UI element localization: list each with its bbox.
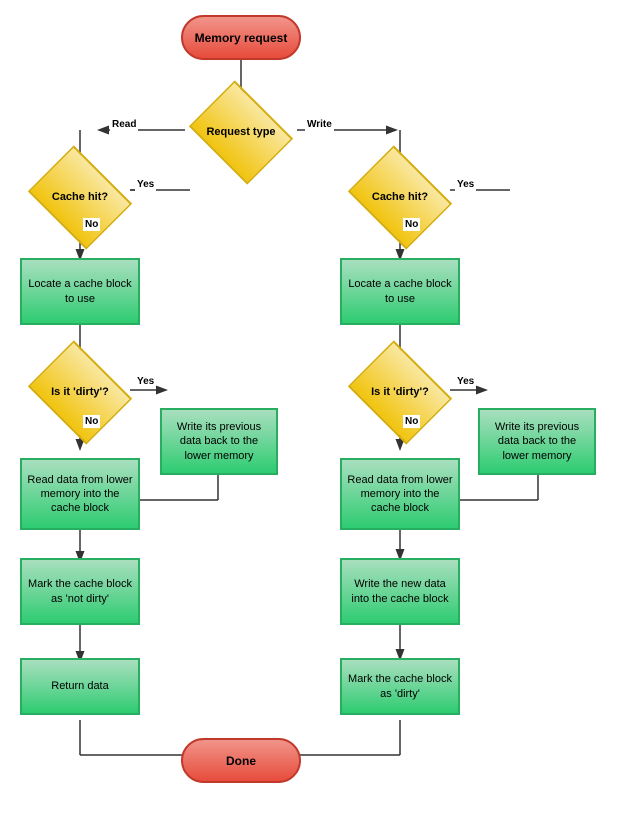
mark-not-dirty-node: Mark the cache block as 'not dirty' bbox=[20, 558, 140, 625]
write-back-write-node: Write its previous data back to the lowe… bbox=[478, 408, 596, 475]
write-back-read-label: Write its previous data back to the lowe… bbox=[166, 420, 272, 463]
cache-hit-read-label: Cache hit? bbox=[52, 190, 108, 204]
cache-hit-write-node: Cache hit? bbox=[345, 165, 455, 230]
return-data-label: Return data bbox=[51, 679, 108, 693]
write-label: Write bbox=[305, 118, 334, 131]
mark-not-dirty-label: Mark the cache block as 'not dirty' bbox=[26, 577, 134, 606]
read-data-read-node: Read data from lower memory into the cac… bbox=[20, 458, 140, 530]
write-label-text: Write bbox=[307, 119, 332, 130]
is-dirty-read-node: Is it 'dirty'? bbox=[25, 360, 135, 425]
write-back-read-node: Write its previous data back to the lowe… bbox=[160, 408, 278, 475]
return-data-node: Return data bbox=[20, 658, 140, 715]
is-dirty-read-label: Is it 'dirty'? bbox=[51, 385, 109, 399]
yes-label-cache-hit-write: Yes bbox=[455, 178, 476, 191]
request-type-node: Request type bbox=[186, 100, 296, 165]
read-label-text: Read bbox=[112, 119, 136, 130]
read-data-write-label: Read data from lower memory into the cac… bbox=[346, 473, 454, 516]
no-label-dirty-read: No bbox=[83, 415, 100, 428]
mark-dirty-node: Mark the cache block as 'dirty' bbox=[340, 658, 460, 715]
request-type-label: Request type bbox=[206, 125, 275, 139]
yes-label-cache-hit-read: Yes bbox=[135, 178, 156, 191]
read-data-read-label: Read data from lower memory into the cac… bbox=[26, 473, 134, 516]
read-label: Read bbox=[110, 118, 138, 131]
is-dirty-write-node: Is it 'dirty'? bbox=[345, 360, 455, 425]
read-data-write-node: Read data from lower memory into the cac… bbox=[340, 458, 460, 530]
memory-request-label: Memory request bbox=[195, 31, 288, 45]
locate-block-read-node: Locate a cache block to use bbox=[20, 258, 140, 325]
locate-block-write-node: Locate a cache block to use bbox=[340, 258, 460, 325]
memory-request-node: Memory request bbox=[181, 15, 301, 60]
cache-hit-read-node: Cache hit? bbox=[25, 165, 135, 230]
done-label: Done bbox=[226, 754, 256, 768]
write-new-data-node: Write the new data into the cache block bbox=[340, 558, 460, 625]
no-label-cache-hit-read: No bbox=[83, 218, 100, 231]
is-dirty-write-label: Is it 'dirty'? bbox=[371, 385, 429, 399]
cache-hit-write-label: Cache hit? bbox=[372, 190, 428, 204]
locate-block-read-label: Locate a cache block to use bbox=[26, 277, 134, 306]
write-new-data-label: Write the new data into the cache block bbox=[346, 577, 454, 606]
yes-label-dirty-write: Yes bbox=[455, 375, 476, 388]
flowchart: Memory request Request type Read Write C… bbox=[0, 0, 640, 820]
no-label-cache-hit-write: No bbox=[403, 218, 420, 231]
done-node: Done bbox=[181, 738, 301, 783]
write-back-write-label: Write its previous data back to the lowe… bbox=[484, 420, 590, 463]
locate-block-write-label: Locate a cache block to use bbox=[346, 277, 454, 306]
mark-dirty-label: Mark the cache block as 'dirty' bbox=[346, 672, 454, 701]
yes-label-dirty-read: Yes bbox=[135, 375, 156, 388]
no-label-dirty-write: No bbox=[403, 415, 420, 428]
